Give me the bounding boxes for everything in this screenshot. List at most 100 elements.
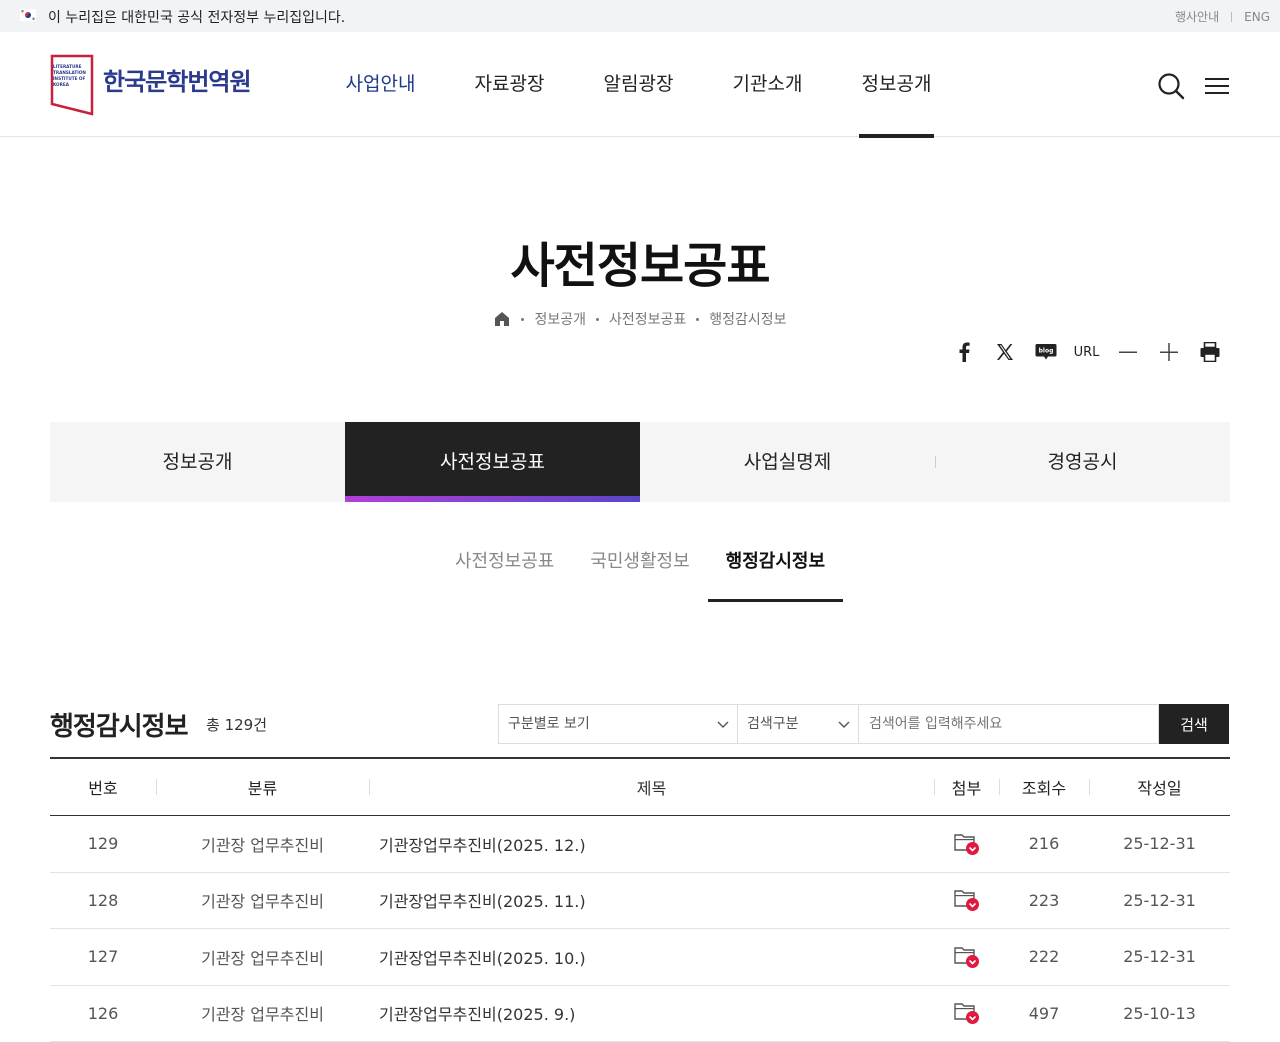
row-category: 기관장 업무추진비 xyxy=(156,929,369,985)
row-title-link[interactable]: 기관장업무추진비(2025. 11.) xyxy=(369,873,934,929)
table-header-row: 번호 분류 제목 첨부 조회수 작성일 xyxy=(50,759,1230,816)
nav-notice[interactable]: 알림광장 xyxy=(574,32,703,137)
nav-disclosure[interactable]: 정보공개 xyxy=(832,32,961,137)
row-views: 216 xyxy=(999,816,1089,872)
svg-text:blog: blog xyxy=(1038,348,1053,355)
tab-info-disclosure[interactable]: 정보공개 xyxy=(50,422,345,502)
total-count: 총 129건 xyxy=(206,714,267,735)
x-twitter-icon xyxy=(996,343,1014,361)
row-title-link[interactable]: 기관장업무추진비(2025. 10.) xyxy=(369,929,934,985)
divider xyxy=(1231,12,1232,22)
tab-management-disclosure[interactable]: 경영공시 xyxy=(935,422,1230,502)
search-icon[interactable] xyxy=(1157,72,1185,100)
x-share-button[interactable] xyxy=(984,338,1025,366)
eng-link[interactable]: ENG xyxy=(1244,10,1270,24)
svg-text:TRANSLATION: TRANSLATION xyxy=(53,70,86,75)
search-type-select[interactable]: 검색구분 xyxy=(738,704,859,744)
col-header-category: 분류 xyxy=(156,759,369,815)
subtab-public-life[interactable]: 국민생활정보 xyxy=(572,540,707,602)
table-row[interactable]: 126 기관장 업무추진비 기관장업무추진비(2025. 9.) 497 25-… xyxy=(50,986,1230,1042)
blog-icon: blog xyxy=(1035,343,1057,361)
row-date: 25-12-31 xyxy=(1089,929,1230,985)
svg-text:KOREA: KOREA xyxy=(53,82,70,87)
attachment-file-icon xyxy=(954,832,980,856)
table-row[interactable]: 127 기관장 업무추진비 기관장업무추진비(2025. 10.) 222 25… xyxy=(50,929,1230,986)
breadcrumb: 정보공개 사전정보공표 행정감시정보 xyxy=(0,309,1280,329)
subtab-admin-monitoring[interactable]: 행정감시정보 xyxy=(708,540,843,602)
share-toolbar: blog URL xyxy=(943,338,1230,366)
search-form: 구분별로 보기 검색구분 검색 xyxy=(498,704,1229,744)
util-links: 행사안내 ENG xyxy=(1175,8,1270,25)
row-category: 기관장 업무추진비 xyxy=(156,816,369,872)
gov-banner-text[interactable]: 이 누리집은 대한민국 공식 전자정부 누리집입니다. xyxy=(48,7,345,27)
gov-banner: 이 누리집은 대한민국 공식 전자정부 누리집입니다. 행사안내 ENG xyxy=(0,0,1280,32)
sub-tabs: 사전정보공표 국민생활정보 행정감시정보 xyxy=(0,540,1280,602)
korea-flag-icon xyxy=(20,9,36,21)
row-attachment[interactable] xyxy=(934,929,999,985)
nav-business[interactable]: 사업안내 xyxy=(316,32,445,137)
home-icon[interactable] xyxy=(493,310,511,328)
row-title-link[interactable]: 기관장업무추진비(2025. 12.) xyxy=(369,816,934,872)
row-attachment[interactable] xyxy=(934,873,999,929)
page-title: 사전정보공표 xyxy=(0,226,1280,296)
tab-business-realname[interactable]: 사업실명제 xyxy=(640,422,935,502)
svg-text:INSTITUTE OF: INSTITUTE OF xyxy=(53,76,85,81)
logo-text[interactable]: 한국문학번역원 xyxy=(103,62,251,97)
row-number: 126 xyxy=(50,986,156,1042)
breadcrumb-item[interactable]: 행정감시정보 xyxy=(709,309,786,329)
row-date: 25-10-13 xyxy=(1089,986,1230,1042)
row-category: 기관장 업무추진비 xyxy=(156,873,369,929)
url-copy-button[interactable]: URL xyxy=(1066,338,1107,366)
search-button[interactable]: 검색 xyxy=(1159,704,1229,744)
subtab-pre-announcement[interactable]: 사전정보공표 xyxy=(437,540,572,602)
search-input[interactable] xyxy=(859,704,1159,744)
zoom-out-button[interactable] xyxy=(1107,338,1148,366)
logo-mark-icon[interactable]: LITERATURE TRANSLATION INSTITUTE OF KORE… xyxy=(50,54,94,116)
facebook-share-button[interactable] xyxy=(943,338,984,366)
event-link[interactable]: 행사안내 xyxy=(1175,8,1219,25)
attachment-file-icon xyxy=(954,1001,980,1025)
row-number: 128 xyxy=(50,873,156,929)
facebook-icon xyxy=(957,342,971,362)
col-header-views: 조회수 xyxy=(999,759,1089,815)
col-header-date: 작성일 xyxy=(1089,759,1230,815)
col-header-number: 번호 xyxy=(50,759,156,815)
blog-share-button[interactable]: blog xyxy=(1025,338,1066,366)
row-date: 25-12-31 xyxy=(1089,816,1230,872)
table-row[interactable]: 128 기관장 업무추진비 기관장업무추진비(2025. 11.) 223 25… xyxy=(50,873,1230,930)
row-number: 129 xyxy=(50,816,156,872)
chevron-down-icon xyxy=(838,718,850,730)
breadcrumb-dot xyxy=(596,318,599,321)
breadcrumb-dot xyxy=(696,318,699,321)
category-select-value: 구분별로 보기 xyxy=(508,716,590,732)
table-row[interactable]: 129 기관장 업무추진비 기관장업무추진비(2025. 12.) 216 25… xyxy=(50,816,1230,873)
search-type-select-value: 검색구분 xyxy=(747,716,799,732)
svg-text:LITERATURE: LITERATURE xyxy=(53,64,82,69)
nav-about[interactable]: 기관소개 xyxy=(703,32,832,137)
row-date: 25-12-31 xyxy=(1089,873,1230,929)
col-header-attachment: 첨부 xyxy=(934,759,999,815)
site-header: LITERATURE TRANSLATION INSTITUTE OF KORE… xyxy=(0,32,1280,137)
category-select[interactable]: 구분별로 보기 xyxy=(498,704,738,744)
row-views: 223 xyxy=(999,873,1089,929)
row-attachment[interactable] xyxy=(934,816,999,872)
nav-resources[interactable]: 자료광장 xyxy=(445,32,574,137)
row-views: 222 xyxy=(999,929,1089,985)
row-title-link[interactable]: 기관장업무추진비(2025. 9.) xyxy=(369,986,934,1042)
row-attachment[interactable] xyxy=(934,986,999,1042)
tab-pre-announcement[interactable]: 사전정보공표 xyxy=(345,422,640,502)
breadcrumb-item[interactable]: 정보공개 xyxy=(534,309,586,329)
chevron-down-icon xyxy=(717,718,729,730)
hamburger-menu-icon[interactable] xyxy=(1205,76,1229,96)
breadcrumb-item[interactable]: 사전정보공표 xyxy=(609,309,686,329)
list-title: 행정감시정보 xyxy=(50,706,188,743)
main-nav: 사업안내 자료광장 알림광장 기관소개 정보공개 xyxy=(316,32,961,137)
breadcrumb-dot xyxy=(521,318,524,321)
row-category: 기관장 업무추진비 xyxy=(156,986,369,1042)
section-tabs: 정보공개 사전정보공표 사업실명제 경영공시 xyxy=(50,422,1230,502)
attachment-file-icon xyxy=(954,888,980,912)
print-button[interactable] xyxy=(1189,338,1230,366)
col-header-title: 제목 xyxy=(369,759,934,815)
zoom-in-button[interactable] xyxy=(1148,338,1189,366)
row-views: 497 xyxy=(999,986,1089,1042)
